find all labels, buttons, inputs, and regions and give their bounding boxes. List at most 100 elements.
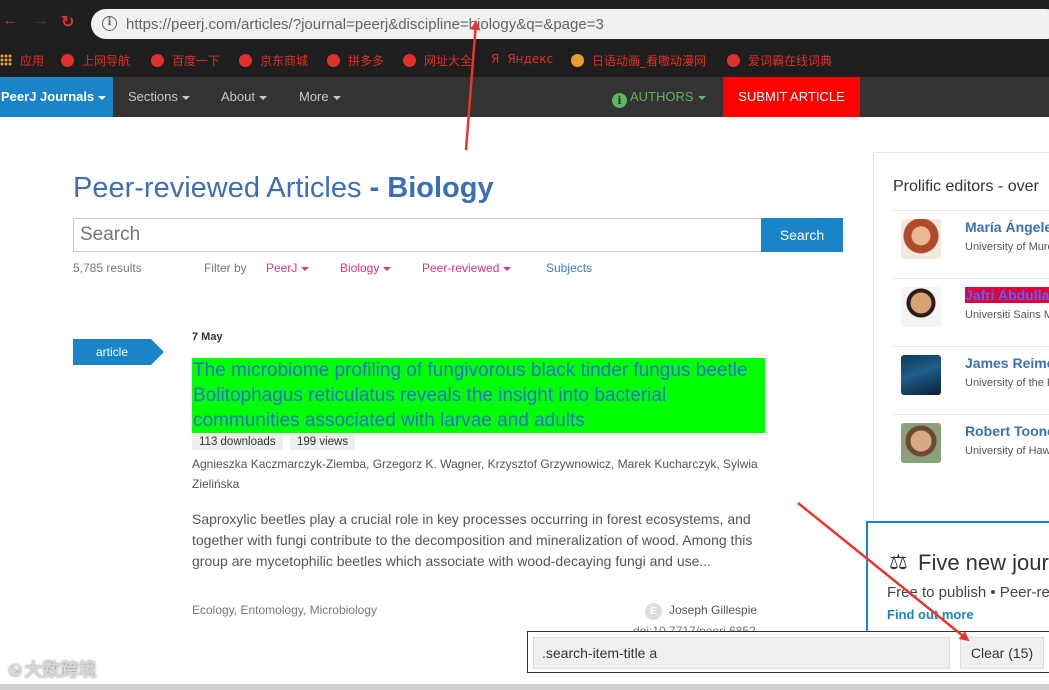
- editor-affiliation: University of Murcia: [965, 241, 1049, 253]
- find-out-more-link[interactable]: Find out more: [887, 607, 974, 622]
- editor-row[interactable]: James Reimer University of the Ryukyus: [893, 346, 1049, 414]
- editor-affiliation: University of the Ryukyus: [965, 377, 1049, 389]
- apps-grid-icon[interactable]: [0, 54, 12, 66]
- editor-row[interactable]: María Ángeles University of Murcia: [893, 210, 1049, 278]
- subjects-link[interactable]: Subjects: [546, 261, 592, 275]
- filter-type[interactable]: Peer-reviewed: [422, 261, 512, 275]
- nav-more[interactable]: More: [299, 77, 341, 117]
- info-circle-icon: i: [612, 93, 627, 108]
- bookmark-2[interactable]: 百度一下: [151, 52, 220, 69]
- search-button[interactable]: Search: [761, 218, 843, 252]
- forward-arrow-icon[interactable]: →: [33, 12, 49, 30]
- url-text: https://peerj.com/articles/?journal=peer…: [126, 16, 604, 33]
- browser-toolbar: ← → ↻ i https://peerj.com/articles/?jour…: [0, 0, 1049, 44]
- selector-tool-bar: Clear (15): [527, 631, 1049, 673]
- caret-down-icon: [503, 266, 512, 271]
- editor-row[interactable]: Robert Toonen University of Hawaii: [893, 414, 1049, 482]
- anime-site-icon: [571, 54, 584, 67]
- title-prefix: Peer-reviewed Articles: [73, 172, 362, 204]
- bookmark-6[interactable]: Я Яндекс: [491, 52, 553, 66]
- downloads-count: 113 downloads: [192, 434, 283, 450]
- bookmark-1[interactable]: 上网导航: [61, 52, 130, 69]
- bookmark-4[interactable]: 拼多多: [327, 52, 384, 69]
- bookmark-3[interactable]: 京东商城: [239, 52, 308, 69]
- bookmark-label: 网址大全: [424, 54, 473, 68]
- filter-value: PeerJ: [266, 261, 298, 275]
- article-date: 7 May: [192, 331, 223, 343]
- watermark-text: 大数跨境: [24, 660, 97, 680]
- promo-title: Five new journals: [918, 550, 1049, 575]
- bookmark-label: 爱词霸在线词典: [748, 54, 833, 68]
- article-title-link[interactable]: The microbiome profiling of fungivorous …: [192, 358, 765, 433]
- info-icon[interactable]: i: [102, 16, 117, 31]
- watermark-logo: ☯ 大数跨境: [8, 656, 96, 682]
- caret-down-icon: [301, 266, 310, 271]
- bookmarks-bar: 应用 上网导航 百度一下 京东商城 拼多多 网址大全 Я Яндекс 日语动画_…: [0, 44, 1049, 77]
- editor-avatar: [901, 423, 941, 463]
- nav-label: Sections: [128, 89, 178, 104]
- caret-down-icon: [332, 95, 341, 100]
- filter-value: Biology: [340, 261, 380, 275]
- editor-name[interactable]: James Reimer: [965, 355, 1049, 371]
- globe-icon: [151, 54, 164, 67]
- bookmark-apps[interactable]: 应用: [20, 52, 44, 69]
- caret-down-icon: [697, 95, 706, 100]
- nav-label: More: [299, 89, 329, 104]
- back-arrow-icon[interactable]: ←: [2, 12, 18, 30]
- selector-input[interactable]: [533, 637, 950, 669]
- article-subjects[interactable]: Ecology, Entomology, Microbiology: [192, 603, 377, 617]
- address-bar[interactable]: i https://peerj.com/articles/?journal=pe…: [91, 9, 1049, 39]
- filter-value: Peer-reviewed: [422, 261, 500, 275]
- editor-avatar: [901, 219, 941, 259]
- bookmark-label: 京东商城: [260, 54, 309, 68]
- bookmark-8[interactable]: 爱词霸在线词典: [727, 52, 832, 69]
- article-abstract: Saproxylic beetles play a crucial role i…: [192, 511, 753, 569]
- globe-icon: [403, 54, 416, 67]
- search-input[interactable]: [73, 218, 762, 252]
- editor-badge-icon: E: [645, 603, 662, 620]
- nav-label: About: [221, 89, 255, 104]
- article-editor[interactable]: Joseph Gillespie: [669, 603, 757, 617]
- bookmark-label: 日语动画_看嗷动漫网: [592, 54, 707, 68]
- submit-article-button[interactable]: SUBMIT ARTICLE: [723, 77, 860, 117]
- nav-sections[interactable]: Sections: [128, 77, 190, 117]
- authors-label: AUTHORS: [630, 89, 694, 104]
- brand-dropdown[interactable]: PeerJ Journals: [0, 77, 113, 117]
- editor-name[interactable]: Jafri Abdullah: [965, 287, 1049, 303]
- bookmark-5[interactable]: 网址大全: [403, 52, 472, 69]
- editor-row[interactable]: Jafri Abdullah Universiti Sains Malaysia: [893, 278, 1049, 346]
- editor-affiliation: University of Hawaii: [965, 445, 1049, 457]
- watermark-icon: ☯: [8, 663, 23, 680]
- editor-avatar: [901, 355, 941, 395]
- nav-about[interactable]: About: [221, 77, 267, 117]
- article-authors[interactable]: Agnieszka Kaczmarczyk-Ziemba, Grzegorz K…: [192, 454, 772, 494]
- editor-name[interactable]: María Ángeles: [965, 219, 1049, 235]
- caret-down-icon: [181, 95, 190, 100]
- bookmark-7[interactable]: 日语动画_看嗷动漫网: [571, 52, 706, 69]
- title-discipline: - Biology: [361, 172, 494, 204]
- editor-name[interactable]: Robert Toonen: [965, 423, 1049, 439]
- bookmark-label: 拼多多: [348, 54, 385, 68]
- editor-affiliation: Universiti Sains Malaysia: [965, 309, 1049, 321]
- globe-icon: [239, 54, 252, 67]
- globe-icon: [61, 54, 74, 67]
- window-bottom-edge: [0, 684, 1049, 690]
- caret-down-icon: [98, 95, 107, 100]
- yandex-icon: Я: [491, 52, 500, 66]
- authors-dropdown[interactable]: i AUTHORS: [612, 77, 706, 117]
- panel-title: Prolific editors - over: [893, 178, 1039, 195]
- promo-text: Free to publish • Peer-reviewed: [887, 584, 1049, 601]
- brand-label: PeerJ Journals: [1, 89, 95, 104]
- views-count: 199 views: [289, 434, 356, 450]
- filter-journal[interactable]: PeerJ: [266, 261, 310, 275]
- globe-icon: [727, 54, 740, 67]
- editor-avatar: [901, 287, 941, 327]
- page-title: Peer-reviewed Articles - Biology: [73, 172, 494, 205]
- filter-discipline[interactable]: Biology: [340, 261, 392, 275]
- reload-icon[interactable]: ↻: [61, 12, 74, 32]
- results-count: 5,785 results: [73, 261, 142, 275]
- caret-down-icon: [258, 95, 267, 100]
- clear-button[interactable]: Clear (15): [960, 637, 1044, 669]
- caret-down-icon: [383, 266, 392, 271]
- filter-label: Filter by: [204, 261, 247, 275]
